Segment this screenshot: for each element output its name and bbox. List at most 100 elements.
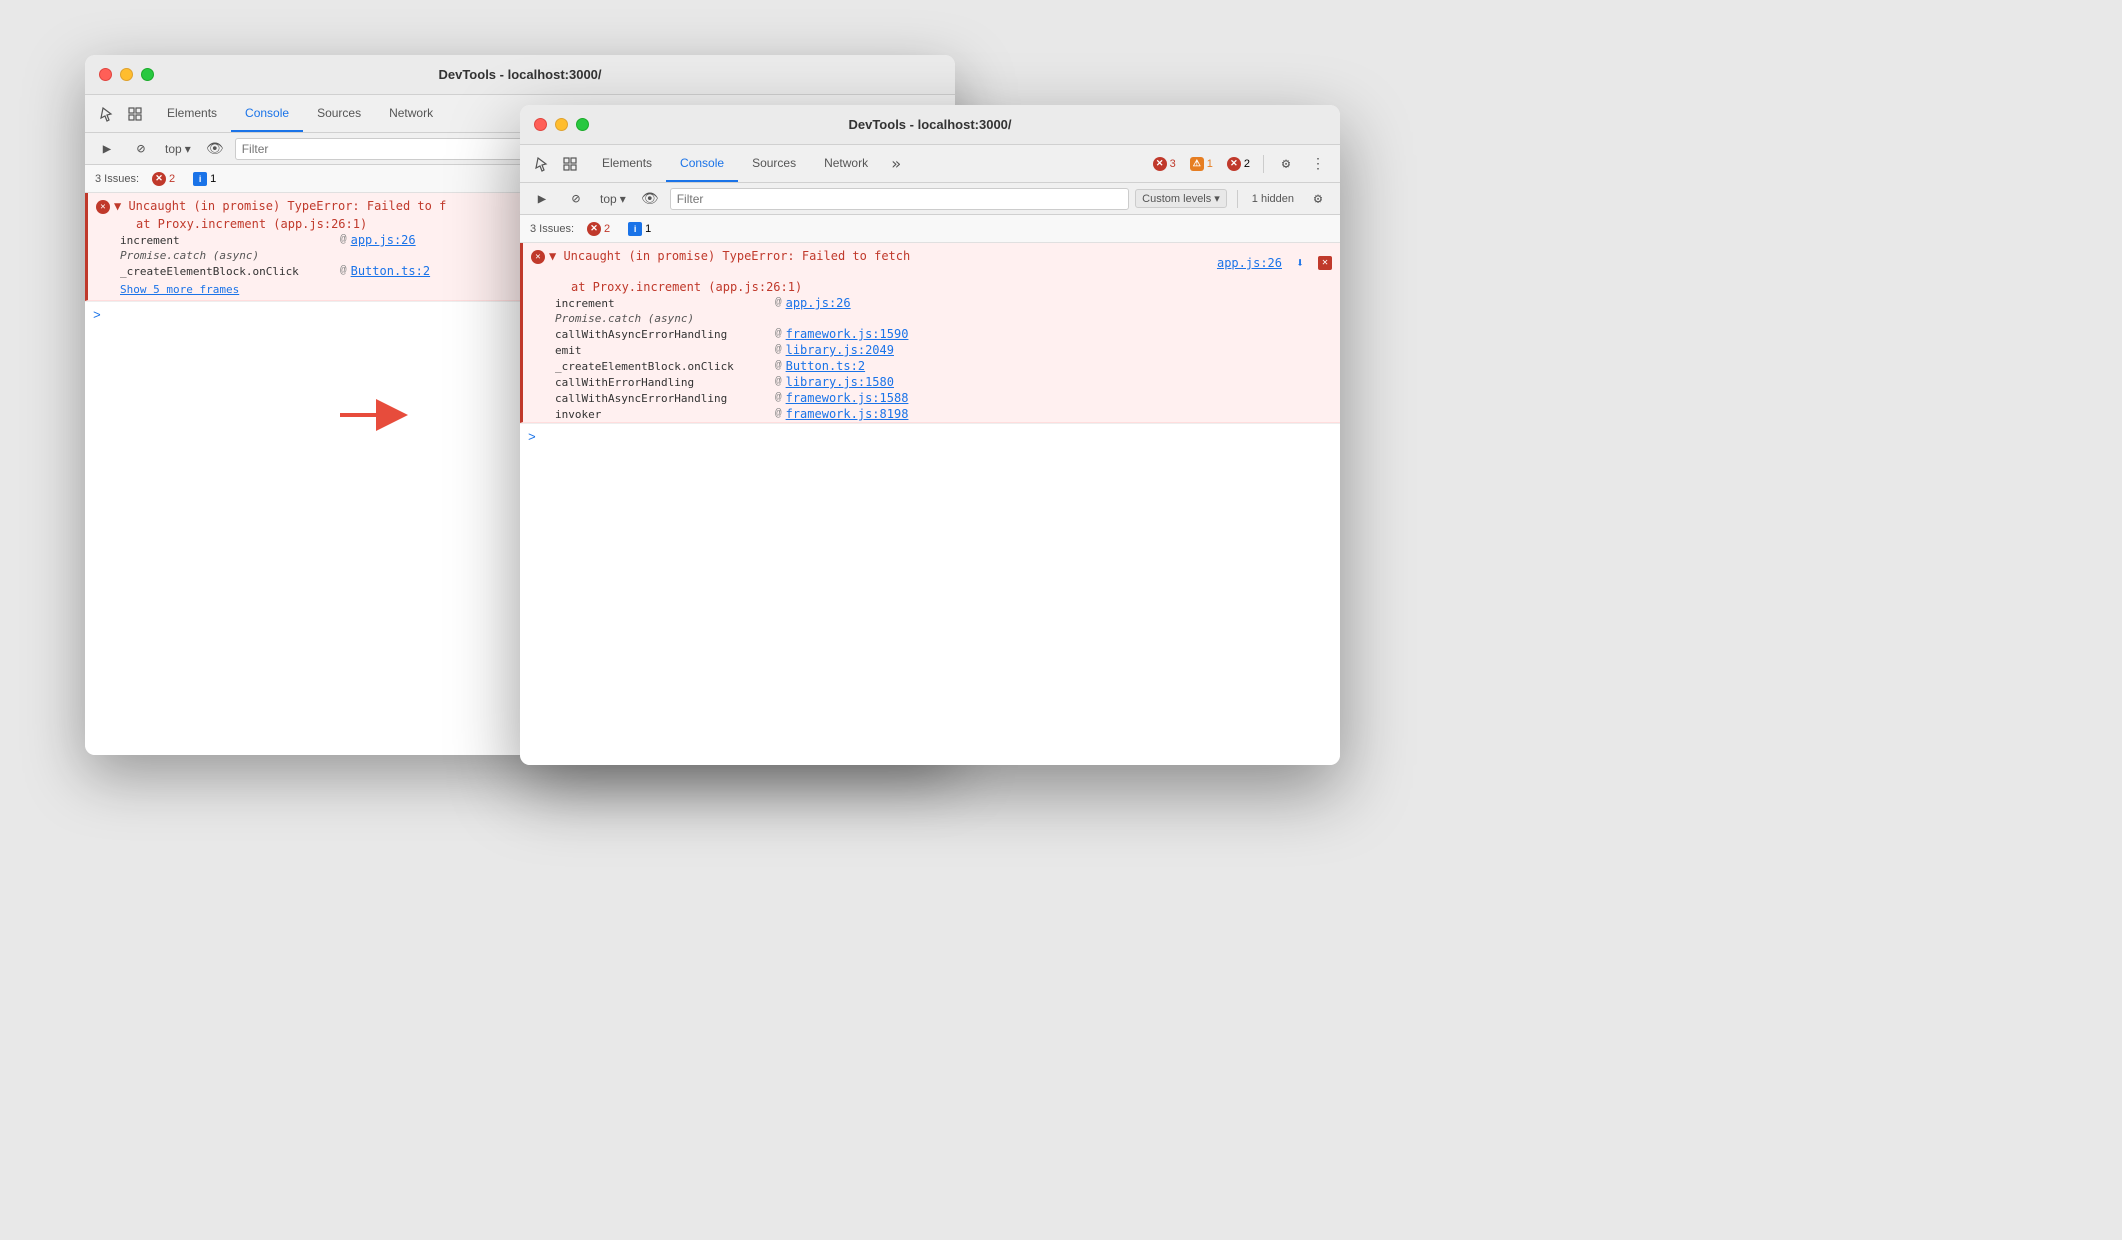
title-bar-front: DevTools - localhost:3000/ bbox=[520, 105, 1340, 145]
top-selector-back[interactable]: top ▾ bbox=[161, 140, 195, 158]
error-icon-front: ✕ bbox=[531, 250, 545, 264]
close-button-back[interactable] bbox=[99, 68, 112, 81]
stack-row-4-front: _createElementBlock.onClick @ Button.ts:… bbox=[523, 358, 1340, 374]
block-icon-back[interactable]: ⊘ bbox=[127, 135, 155, 163]
dismiss-error-icon[interactable]: ✕ bbox=[1318, 256, 1332, 270]
cursor-icon[interactable] bbox=[93, 100, 121, 128]
stack-row-1-front: Promise.catch (async) bbox=[523, 311, 1340, 326]
top-selector-front[interactable]: top ▾ bbox=[596, 190, 630, 208]
info-badge-back[interactable]: i 1 bbox=[188, 170, 221, 188]
tab-sources-back[interactable]: Sources bbox=[303, 95, 375, 132]
tab-network-back[interactable]: Network bbox=[375, 95, 447, 132]
traffic-lights-back bbox=[99, 68, 154, 81]
cursor-icon-front[interactable] bbox=[528, 150, 556, 178]
stack-link-2-back[interactable]: Button.ts:2 bbox=[351, 264, 430, 278]
minimize-button-front[interactable] bbox=[555, 118, 568, 131]
settings-icon-console[interactable]: ⚙ bbox=[1304, 185, 1332, 213]
info-badge-icon-front: i bbox=[628, 222, 642, 236]
stack-link-4-front[interactable]: Button.ts:2 bbox=[786, 359, 865, 373]
error-icon-back: ✕ bbox=[96, 200, 110, 214]
toolbar-right-front: ✕ 3 ⚠ 1 ✕ 2 ⚙ ⋮ bbox=[1148, 150, 1332, 178]
error-badge-icon-front: ✕ bbox=[587, 222, 601, 236]
warning-badge-icon-top: ⚠ bbox=[1190, 157, 1204, 171]
stack-at-6-front: @ bbox=[775, 392, 782, 404]
stack-row-2-front: callWithAsyncErrorHandling @ framework.j… bbox=[523, 326, 1340, 342]
stack-at-0-back: @ bbox=[340, 234, 347, 246]
maximize-button-front[interactable] bbox=[576, 118, 589, 131]
tab-elements-front[interactable]: Elements bbox=[588, 145, 666, 182]
tab-console-back[interactable]: Console bbox=[231, 95, 303, 132]
download-icon[interactable]: ⬇ bbox=[1286, 249, 1314, 277]
stack-link-3-front[interactable]: library.js:2049 bbox=[786, 343, 894, 357]
stack-fn-1-front: Promise.catch (async) bbox=[555, 312, 775, 325]
inspect-icon[interactable] bbox=[121, 100, 149, 128]
tab-network-front[interactable]: Network bbox=[810, 145, 882, 182]
stack-row-3-front: emit @ library.js:2049 bbox=[523, 342, 1340, 358]
stack-link-6-front[interactable]: framework.js:1588 bbox=[786, 391, 909, 405]
stack-row-0-front: increment @ app.js:26 bbox=[523, 295, 1340, 311]
error-location-front: at Proxy.increment (app.js:26:1) bbox=[523, 279, 1340, 295]
stack-fn-0-front: increment bbox=[555, 297, 775, 310]
minimize-button-back[interactable] bbox=[120, 68, 133, 81]
issues-bar-front: 3 Issues: ✕ 2 i 1 bbox=[520, 215, 1340, 243]
error-badge-top-front[interactable]: ✕ 3 bbox=[1148, 155, 1181, 173]
close-button-front[interactable] bbox=[534, 118, 547, 131]
info-badge-top-front[interactable]: ✕ 2 bbox=[1222, 155, 1255, 173]
stack-at-4-front: @ bbox=[775, 360, 782, 372]
stack-link-0-back[interactable]: app.js:26 bbox=[351, 233, 416, 247]
stack-link-2-front[interactable]: framework.js:1590 bbox=[786, 327, 909, 341]
eye-icon-back[interactable]: 👁 bbox=[201, 135, 229, 163]
window-title-back: DevTools - localhost:3000/ bbox=[438, 67, 601, 82]
error-badge-front[interactable]: ✕ 2 bbox=[582, 220, 615, 238]
error-location-text-front: at Proxy.increment (app.js:26:1) bbox=[555, 280, 1332, 294]
stack-fn-5-front: callWithErrorHandling bbox=[555, 376, 775, 389]
stack-at-2-back: @ bbox=[340, 265, 347, 277]
stack-link-5-front[interactable]: library.js:1580 bbox=[786, 375, 894, 389]
console-prompt-front[interactable]: > bbox=[520, 423, 1340, 451]
tab-console-front[interactable]: Console bbox=[666, 145, 738, 182]
console-content-front[interactable]: ✕ ▼ Uncaught (in promise) TypeError: Fai… bbox=[520, 243, 1340, 765]
window-title-front: DevTools - localhost:3000/ bbox=[848, 117, 1011, 132]
issues-label-front: 3 Issues: bbox=[530, 223, 574, 235]
error-badge-back[interactable]: ✕ 2 bbox=[147, 170, 180, 188]
stack-link-7-front[interactable]: framework.js:8198 bbox=[786, 407, 909, 421]
stack-fn-4-front: _createElementBlock.onClick bbox=[555, 360, 775, 373]
error-message-front: ▼ Uncaught (in promise) TypeError: Faile… bbox=[549, 249, 1213, 263]
custom-levels-button[interactable]: Custom levels ▾ bbox=[1135, 189, 1227, 208]
settings-icon-front[interactable]: ⚙ bbox=[1272, 150, 1300, 178]
hidden-count: 1 hidden bbox=[1248, 193, 1298, 205]
maximize-button-back[interactable] bbox=[141, 68, 154, 81]
title-bar-back: DevTools - localhost:3000/ bbox=[85, 55, 955, 95]
stack-at-3-front: @ bbox=[775, 344, 782, 356]
inspect-icon-front[interactable] bbox=[556, 150, 584, 178]
tab-elements-back[interactable]: Elements bbox=[153, 95, 231, 132]
traffic-lights-front bbox=[534, 118, 589, 131]
divider-2 bbox=[1237, 190, 1238, 208]
block-icon-front[interactable]: ⊘ bbox=[562, 185, 590, 213]
stack-fn-7-front: invoker bbox=[555, 408, 775, 421]
warning-badge-top-front[interactable]: ⚠ 1 bbox=[1185, 155, 1218, 173]
error-badge-icon-top: ✕ bbox=[1153, 157, 1167, 171]
stack-row-7-front: invoker @ framework.js:8198 bbox=[523, 406, 1340, 422]
stack-link-0-front[interactable]: app.js:26 bbox=[786, 296, 851, 310]
more-menu-icon-front[interactable]: ⋮ bbox=[1304, 150, 1332, 178]
filter-input-front[interactable] bbox=[670, 188, 1129, 210]
stack-row-6-front: callWithAsyncErrorHandling @ framework.j… bbox=[523, 390, 1340, 406]
stack-fn-3-front: emit bbox=[555, 344, 775, 357]
error-link-header[interactable]: app.js:26 bbox=[1217, 256, 1282, 270]
stack-at-7-front: @ bbox=[775, 408, 782, 420]
info-badge-front[interactable]: i 1 bbox=[623, 220, 656, 238]
stack-fn-2-back: _createElementBlock.onClick bbox=[120, 265, 340, 278]
stack-row-5-front: callWithErrorHandling @ library.js:1580 bbox=[523, 374, 1340, 390]
play-icon-back[interactable]: ▶ bbox=[93, 135, 121, 163]
more-tabs-icon[interactable]: » bbox=[882, 150, 910, 178]
tab-sources-front[interactable]: Sources bbox=[738, 145, 810, 182]
stack-fn-2-front: callWithAsyncErrorHandling bbox=[555, 328, 775, 341]
stack-at-2-front: @ bbox=[775, 328, 782, 340]
console-toolbar2-front: ▶ ⊘ top ▾ 👁 Custom levels ▾ 1 hidden ⚙ bbox=[520, 183, 1340, 215]
divider-1 bbox=[1263, 155, 1264, 173]
eye-icon-front[interactable]: 👁 bbox=[636, 185, 664, 213]
info-badge-icon-top: ✕ bbox=[1227, 157, 1241, 171]
play-icon-front[interactable]: ▶ bbox=[528, 185, 556, 213]
info-badge-icon-back: i bbox=[193, 172, 207, 186]
